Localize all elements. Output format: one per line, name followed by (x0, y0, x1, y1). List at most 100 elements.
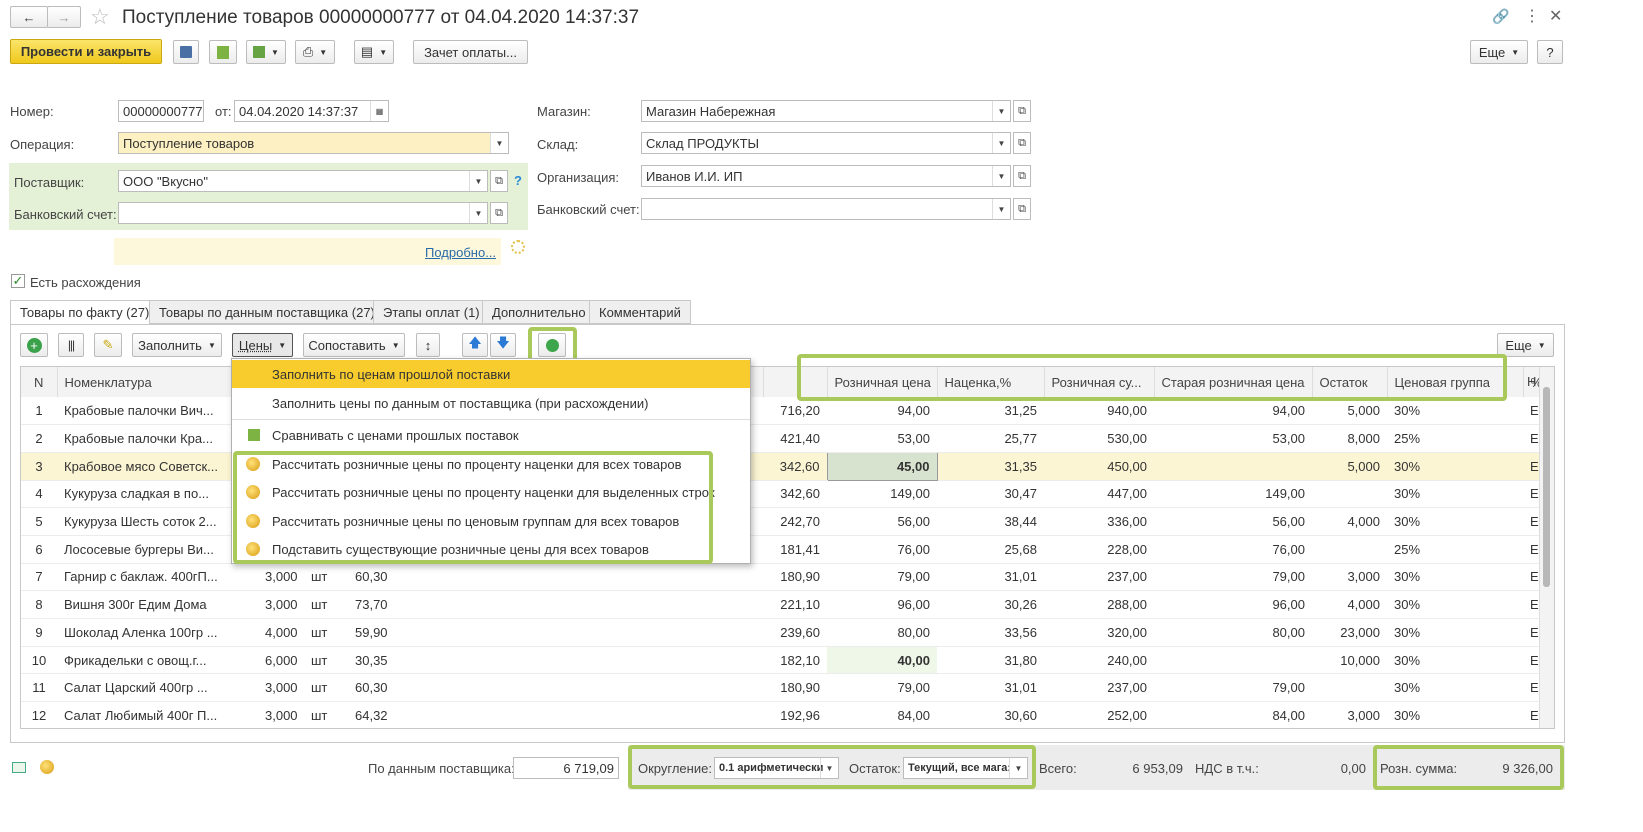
close-icon[interactable]: ✕ (1549, 6, 1562, 26)
old-retail-cell[interactable]: 80,00 (1154, 618, 1312, 647)
tab-goods-supplier[interactable]: Товары по данным поставщика (27) (149, 300, 385, 324)
stock-cell[interactable]: 5,000 (1312, 397, 1387, 426)
open-store-button[interactable]: ⧉ (1013, 100, 1031, 122)
product-name[interactable]: Кукуруза сладкая в по... (57, 480, 258, 509)
retail-sum-cell[interactable]: 940,00 (1044, 397, 1154, 426)
markup-cell[interactable]: 31,01 (937, 673, 1044, 703)
retail-price-cell[interactable]: 96,00 (827, 590, 937, 619)
retail-sum-cell[interactable]: 237,00 (1044, 673, 1154, 703)
price-group-cell[interactable]: 30% (1387, 452, 1523, 481)
product-name[interactable]: Крабовые палочки Вич... (57, 397, 258, 426)
row-number[interactable]: 8 (21, 590, 57, 619)
product-name[interactable]: Кукуруза Шесть соток 2... (57, 507, 258, 536)
price-group-cell[interactable]: 25% (1387, 424, 1523, 453)
retail-sum-cell[interactable]: 336,00 (1044, 507, 1154, 536)
qty-cell[interactable]: 4,000 (258, 618, 304, 647)
stock-cell[interactable] (1312, 535, 1387, 564)
price-group-cell[interactable]: 30% (1387, 673, 1523, 703)
price-group-cell[interactable]: 30% (1387, 590, 1523, 619)
chevron-down-icon[interactable]: ▼ (992, 166, 1010, 186)
sum-cell[interactable]: 242,70 (763, 507, 827, 536)
menu-fill-supplier-prices[interactable]: Заполнить цены по данным от поставщика (… (232, 389, 750, 417)
retail-sum-cell[interactable]: 237,00 (1044, 563, 1154, 592)
table-row[interactable]: 7 Гарнир с баклаж. 400гП... 3,000 шт 60,30 18… (21, 563, 1541, 592)
open-bank-button[interactable]: ⧉ (490, 202, 508, 224)
calendar-icon[interactable]: ▦ (370, 101, 388, 121)
markup-cell[interactable]: 31,80 (937, 646, 1044, 675)
stock-cell[interactable]: 3,000 (1312, 563, 1387, 592)
markup-cell[interactable]: 25,68 (937, 535, 1044, 564)
markup-cell[interactable]: 30,47 (937, 480, 1044, 509)
edit-button[interactable]: ✎ (94, 333, 122, 357)
post-close-button[interactable]: Провести и закрыть (10, 39, 162, 64)
retail-price-cell[interactable]: 94,00 (827, 397, 937, 426)
barcode-button[interactable]: ||| (58, 333, 84, 357)
help-button[interactable]: ? (1537, 40, 1563, 64)
date-input[interactable]: 04.04.2020 14:37:37 ▦ (234, 100, 389, 122)
product-name[interactable]: Фрикадельки с овощ.г... (57, 646, 258, 675)
retail-sum-cell[interactable]: 530,00 (1044, 424, 1154, 453)
retail-price-cell[interactable]: 149,00 (827, 480, 937, 509)
price-group-cell[interactable]: 30% (1387, 646, 1523, 675)
reports-button[interactable]: ▤ ▼ (354, 40, 394, 64)
retail-price-cell[interactable]: 79,00 (827, 673, 937, 703)
price-cell[interactable]: 64,32 (348, 701, 763, 728)
retail-sum-cell[interactable]: 252,00 (1044, 701, 1154, 728)
qty-cell[interactable]: 3,000 (258, 673, 304, 703)
warehouse-select[interactable]: Склад ПРОДУКТЫ ▼ (641, 132, 1011, 154)
save-button[interactable] (173, 40, 199, 64)
chevron-down-icon[interactable]: ▼ (992, 133, 1010, 153)
operation-select[interactable]: Поступление товаров ▼ (118, 132, 509, 154)
store-select[interactable]: Магазин Набережная ▼ (641, 100, 1011, 122)
sum-cell[interactable]: 180,90 (763, 673, 827, 703)
menu-fill-last-delivery[interactable]: Заполнить по ценам прошлой поставки (232, 360, 750, 388)
unit-cell[interactable]: шт (304, 590, 348, 619)
footer-icon-1[interactable] (12, 762, 26, 773)
retail-sum-cell[interactable]: 228,00 (1044, 535, 1154, 564)
move-down-button[interactable]: 🡇 (490, 333, 516, 357)
price-group-cell[interactable]: 25% (1387, 535, 1523, 564)
match-button[interactable]: Сопоставить ▼ (303, 333, 405, 357)
col-h[interactable]: Н (1527, 374, 1536, 389)
price-cell[interactable]: 59,90 (348, 618, 763, 647)
price-group-cell[interactable]: 30% (1387, 563, 1523, 592)
stock-cell[interactable]: 5,000 (1312, 452, 1387, 481)
product-name[interactable]: Лососевые бургеры Ви... (57, 535, 258, 564)
number-input[interactable]: 00000000777 (118, 100, 204, 122)
payment-button[interactable]: Зачет оплаты... (413, 40, 528, 64)
stock-cell[interactable] (1312, 673, 1387, 703)
retail-price-cell[interactable]: 45,00 (826, 451, 938, 481)
retail-price-cell[interactable]: 56,00 (827, 507, 937, 536)
row-number[interactable]: 11 (21, 673, 57, 703)
unit-cell[interactable]: шт (304, 618, 348, 647)
row-number[interactable]: 6 (21, 535, 57, 564)
supplier-total-input[interactable]: 6 719,09 (513, 757, 619, 779)
stock-cell[interactable]: 4,000 (1312, 507, 1387, 536)
price-cell[interactable]: 73,70 (348, 590, 763, 619)
qty-cell[interactable]: 3,000 (258, 563, 304, 592)
markup-cell[interactable]: 25,77 (937, 424, 1044, 453)
old-retail-cell[interactable]: 84,00 (1154, 701, 1312, 728)
print-button[interactable]: ⎙ ▼ (295, 40, 335, 64)
unit-cell[interactable]: шт (304, 646, 348, 675)
row-number[interactable]: 12 (21, 701, 57, 728)
row-number[interactable]: 5 (21, 507, 57, 536)
old-retail-cell[interactable] (1154, 452, 1312, 481)
row-number[interactable]: 4 (21, 480, 57, 509)
price-cell[interactable]: 60,30 (348, 673, 763, 703)
product-name[interactable]: Крабовое мясо Советск... (57, 452, 258, 481)
old-retail-cell[interactable]: 96,00 (1154, 590, 1312, 619)
table-row[interactable]: 11 Салат Царский 400гр ... 3,000 шт 60,30 180… (21, 673, 1541, 703)
stock-cell[interactable]: 23,000 (1312, 618, 1387, 647)
unit-cell[interactable]: шт (304, 701, 348, 728)
stock-cell[interactable]: 8,000 (1312, 424, 1387, 453)
markup-cell[interactable]: 31,35 (937, 452, 1044, 481)
chevron-down-icon[interactable]: ▼ (992, 101, 1010, 121)
more-vert-icon[interactable]: ⋮ (1524, 6, 1540, 26)
unit-cell[interactable]: шт (304, 563, 348, 592)
more-button[interactable]: Еще ▼ (1470, 40, 1528, 64)
move-up-button[interactable]: 🡅 (462, 333, 488, 357)
table-row[interactable]: 8 Вишня 300г Едим Дома 3,000 шт 73,70 221,10 9… (21, 590, 1541, 619)
scroll-thumb[interactable] (1543, 387, 1550, 587)
details-link[interactable]: Подробно... (425, 245, 496, 260)
